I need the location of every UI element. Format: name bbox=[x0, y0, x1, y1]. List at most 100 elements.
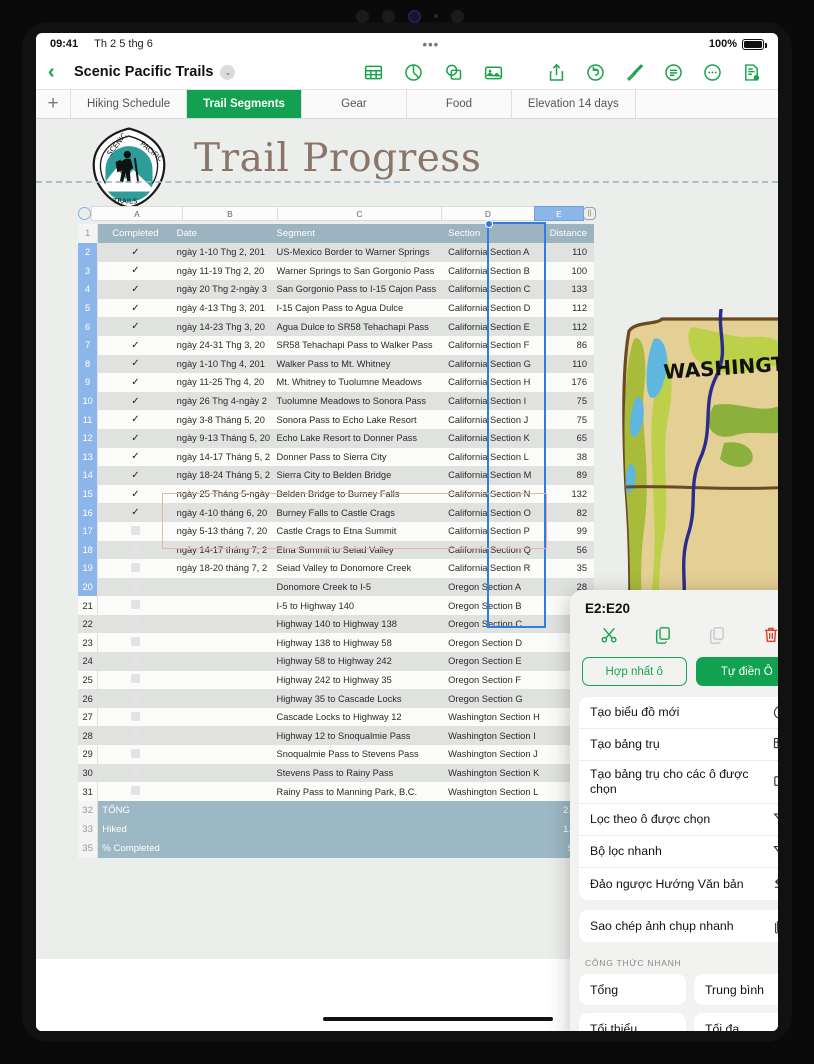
date-cell[interactable]: ngày 3-8 Tháng 5, 20 bbox=[172, 410, 273, 429]
autofill-button[interactable]: Tự điền Ô bbox=[695, 657, 778, 686]
row-number[interactable]: 24 bbox=[78, 652, 99, 671]
section-cell[interactable]: Oregon Section D bbox=[444, 633, 542, 653]
table-row[interactable]: 18 ngày 14-17 tháng 7, 2 Etna Summit to Se… bbox=[78, 540, 594, 560]
row-number[interactable]: 29 bbox=[78, 745, 99, 764]
tab-gear[interactable]: Gear bbox=[300, 90, 406, 118]
section-cell[interactable]: California Section B bbox=[444, 261, 542, 281]
date-cell[interactable] bbox=[172, 763, 273, 783]
section-cell[interactable]: Oregon Section F bbox=[444, 670, 542, 690]
date-cell[interactable] bbox=[172, 707, 273, 727]
section-cell[interactable]: California Section J bbox=[444, 410, 542, 429]
row-number[interactable]: 27 bbox=[78, 707, 99, 727]
distance-cell[interactable]: 75 bbox=[541, 391, 594, 411]
completed-cell[interactable] bbox=[97, 689, 173, 708]
row-number[interactable]: 21 bbox=[78, 596, 99, 615]
completed-cell[interactable]: ✓ bbox=[97, 261, 173, 281]
table-row[interactable]: 5 ✓ ngày 4-13 Thg 3, 201 I-15 Cajon Pass to… bbox=[78, 298, 594, 318]
row-number[interactable]: 22 bbox=[78, 614, 99, 634]
section-cell[interactable]: California Section E bbox=[444, 317, 542, 336]
table-row[interactable]: 2 ✓ ngày 1-10 Thg 2, 201 US-Mexico Border t… bbox=[78, 243, 594, 262]
completed-cell[interactable]: ✓ bbox=[97, 391, 173, 411]
tab-trail-segments[interactable]: Trail Segments bbox=[186, 90, 301, 118]
distance-cell[interactable]: 132 bbox=[541, 484, 594, 504]
table-row[interactable]: 8 ✓ ngày 1-10 Thg 4, 201 Walker Pass to Mt.… bbox=[78, 354, 594, 374]
row-number[interactable]: 2 bbox=[78, 243, 99, 262]
distance-cell[interactable]: 133 bbox=[541, 280, 594, 299]
chevron-down-icon[interactable]: ⌄ bbox=[220, 64, 236, 80]
date-cell[interactable]: ngày 20 Thg 2-ngày 3 bbox=[172, 280, 273, 299]
formula-average[interactable]: Trung bình bbox=[694, 974, 778, 1005]
distance-cell[interactable]: 110 bbox=[541, 243, 594, 262]
completed-cell[interactable]: ✓ bbox=[97, 447, 173, 467]
undo-icon[interactable] bbox=[585, 62, 606, 83]
segment-cell[interactable]: Echo Lake Resort to Donner Pass bbox=[272, 428, 445, 448]
section-cell[interactable]: California Section M bbox=[444, 466, 542, 485]
menu-item-create-pivot-selection[interactable]: Tạo bảng trụ cho các ô được chọn bbox=[579, 761, 778, 804]
section-cell[interactable]: California Section K bbox=[444, 428, 542, 448]
tab-elevation[interactable]: Elevation 14 days bbox=[510, 90, 635, 118]
date-cell[interactable]: ngày 18-20 tháng 7, 2 bbox=[172, 559, 273, 578]
table-row[interactable]: 26 Highway 35 to Cascade Locks Oregon Sect… bbox=[78, 689, 594, 708]
copy-icon[interactable] bbox=[652, 624, 674, 646]
table-row[interactable]: 28 Highway 12 to Snoqualmie Pass Washingto… bbox=[78, 726, 594, 746]
section-cell[interactable]: California Section A bbox=[444, 243, 542, 262]
segment-cell[interactable]: Highway 242 to Highway 35 bbox=[272, 670, 445, 690]
section-cell[interactable]: Washington Section H bbox=[444, 707, 542, 727]
table-row[interactable]: 23 Highway 138 to Highway 58 Oregon Sectio… bbox=[78, 633, 594, 653]
segment-cell[interactable]: Highway 140 to Highway 138 bbox=[272, 614, 445, 634]
date-cell[interactable] bbox=[172, 689, 273, 708]
column-header-d[interactable]: D bbox=[441, 206, 535, 221]
shape-icon[interactable] bbox=[443, 62, 464, 83]
format-brush-icon[interactable] bbox=[624, 62, 645, 83]
table-row[interactable]: 27 Cascade Locks to Highway 12 Washington … bbox=[78, 707, 594, 727]
date-cell[interactable] bbox=[172, 745, 273, 764]
row-number[interactable]: 15 bbox=[78, 484, 99, 504]
segment-cell[interactable]: SR58 Tehachapi Pass to Walker Pass bbox=[272, 335, 445, 355]
merge-cells-button[interactable]: Hợp nhất ô bbox=[582, 657, 687, 686]
date-cell[interactable]: ngày 24-31 Thg 3, 20 bbox=[172, 335, 273, 355]
summary-row[interactable]: 33Hiked1.495 bbox=[78, 819, 594, 839]
section-cell[interactable]: Washington Section I bbox=[444, 726, 542, 746]
segment-cell[interactable]: Burney Falls to Castle Crags bbox=[272, 503, 445, 522]
more-icon[interactable] bbox=[702, 62, 723, 83]
column-header-c[interactable]: C bbox=[277, 206, 442, 221]
section-cell[interactable]: Oregon Section A bbox=[444, 577, 542, 597]
distance-cell[interactable]: 82 bbox=[541, 503, 594, 522]
date-cell[interactable]: ngày 25 Tháng 5-ngày bbox=[172, 484, 273, 504]
row-number[interactable]: 20 bbox=[78, 577, 99, 597]
segment-cell[interactable]: I-5 to Highway 140 bbox=[272, 596, 445, 615]
table-row[interactable]: 24 Highway 58 to Highway 242 Oregon Sectio… bbox=[78, 652, 594, 671]
menu-item-create-pivot[interactable]: Tạo bảng trụ bbox=[579, 729, 778, 761]
segment-cell[interactable]: Donner Pass to Sierra City bbox=[272, 447, 445, 467]
distance-cell[interactable]: 38 bbox=[541, 447, 594, 467]
table-row[interactable]: 31 Rainy Pass to Manning Park, B.C. Washin… bbox=[78, 782, 594, 801]
table-row[interactable]: 22 Highway 140 to Highway 138 Oregon Secti… bbox=[78, 614, 594, 634]
menu-item-filter-selection[interactable]: Lọc theo ô được chọn bbox=[579, 804, 778, 836]
segment-cell[interactable]: Highway 138 to Highway 58 bbox=[272, 633, 445, 653]
tab-food[interactable]: Food bbox=[405, 90, 511, 118]
completed-cell[interactable] bbox=[97, 633, 173, 653]
date-cell[interactable]: ngày 14-23 Thg 3, 20 bbox=[172, 317, 273, 336]
table-row[interactable]: 3 ✓ ngày 11-19 Thg 2, 20 Warner Springs to … bbox=[78, 261, 594, 281]
row-number[interactable]: 19 bbox=[78, 559, 99, 578]
row-number[interactable]: 4 bbox=[78, 280, 99, 299]
section-cell[interactable]: California Section G bbox=[444, 354, 542, 374]
distance-cell[interactable]: 110 bbox=[541, 354, 594, 374]
completed-cell[interactable]: ✓ bbox=[97, 484, 173, 504]
add-sheet-button[interactable]: + bbox=[36, 90, 70, 118]
menu-item-quick-filter[interactable]: Bộ lọc nhanh bbox=[579, 836, 778, 868]
date-cell[interactable] bbox=[172, 782, 273, 801]
row-number[interactable]: 26 bbox=[78, 689, 99, 708]
table-row[interactable]: 10 ✓ ngày 26 Thg 4-ngày 2 Tuolumne Meadows … bbox=[78, 391, 594, 411]
row-number[interactable]: 8 bbox=[78, 354, 99, 374]
summary-row[interactable]: 32TỔNG2.645 bbox=[78, 800, 594, 820]
distance-cell[interactable]: 65 bbox=[541, 428, 594, 448]
segment-cell[interactable]: Mt. Whitney to Tuolumne Meadows bbox=[272, 373, 445, 392]
segment-cell[interactable]: Donomore Creek to I-5 bbox=[272, 577, 445, 597]
completed-cell[interactable] bbox=[97, 707, 173, 727]
segment-cell[interactable]: Cascade Locks to Highway 12 bbox=[272, 707, 445, 727]
column-header-e[interactable]: E bbox=[534, 206, 584, 221]
table-row[interactable]: 7 ✓ ngày 24-31 Thg 3, 20 SR58 Tehachapi Pas… bbox=[78, 335, 594, 355]
date-cell[interactable] bbox=[172, 614, 273, 634]
section-cell[interactable]: Washington Section L bbox=[444, 782, 542, 801]
